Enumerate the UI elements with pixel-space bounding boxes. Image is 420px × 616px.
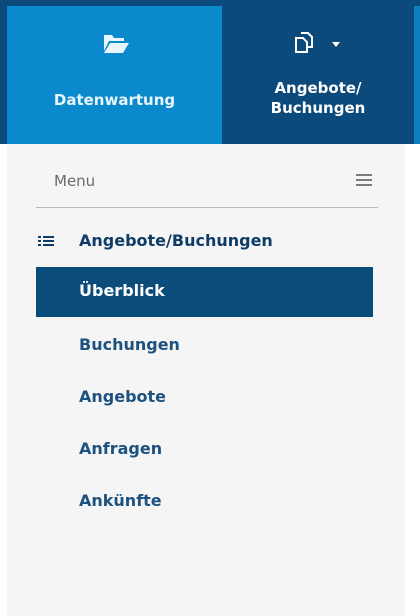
tab-datenwartung-label: Datenwartung [53,91,176,109]
menu-item-label: Ankünfte [79,491,162,510]
list-icon [38,236,54,248]
menu-header: Menu [36,168,378,208]
top-navigation: Datenwartung Angebote/ Buchungen [0,0,420,144]
sidebar: Menu Angebote/Buchungen Überblick Buchun… [7,144,405,616]
menu-item-label: Buchungen [79,335,180,354]
menu-item-label: Angebote [79,387,167,406]
hamburger-icon[interactable] [356,174,372,188]
menu-item-ankuenfte[interactable]: Ankünfte [36,477,373,527]
topbar-edge [414,6,420,144]
copy-dropdown-icon [295,32,340,53]
section-label: Angebote/Buchungen [79,231,273,250]
menu-item-ueberblick[interactable]: Überblick [36,267,373,317]
menu-item-anfragen[interactable]: Anfragen [36,425,373,475]
menu-section-angebote-buchungen[interactable]: Angebote/Buchungen [36,228,378,256]
tab-angebote-buchungen[interactable]: Angebote/ Buchungen [222,6,414,144]
tab-label-line1: Angebote/ [274,79,362,97]
menu-title: Menu [54,172,96,190]
tab-label-line2: Buchungen [270,99,366,117]
menu-item-angebote[interactable]: Angebote [36,373,373,423]
folder-open-icon [104,35,129,53]
content-edge [405,144,420,616]
tab-datenwartung[interactable]: Datenwartung [7,6,222,144]
menu-item-label: Anfragen [79,439,163,458]
tab-angebote-buchungen-label: Angebote/ Buchungen [222,78,414,118]
menu-item-buchungen[interactable]: Buchungen [36,321,373,371]
menu-item-label: Überblick [79,281,165,300]
